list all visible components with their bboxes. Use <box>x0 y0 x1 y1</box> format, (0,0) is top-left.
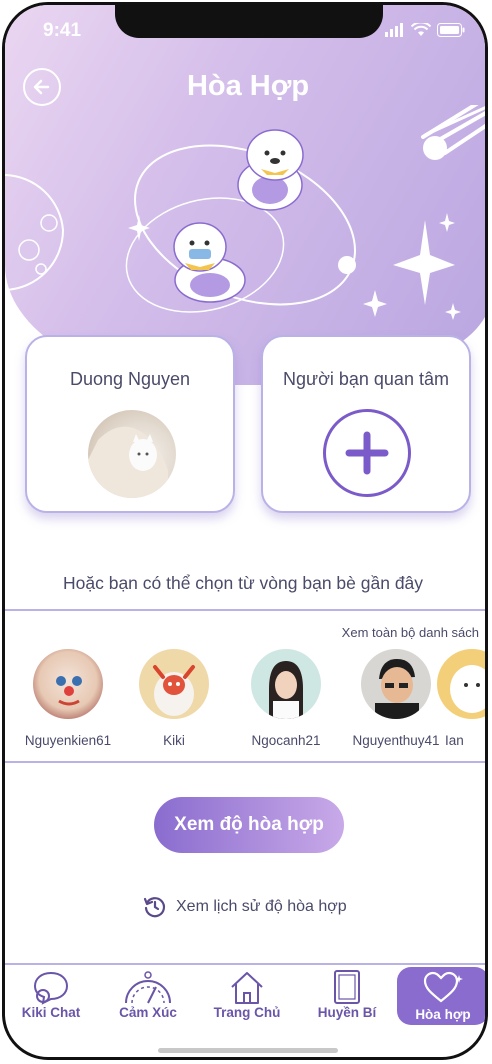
status-time: 9:41 <box>43 20 82 41</box>
view-all-link[interactable]: Xem toàn bộ danh sách <box>342 625 479 640</box>
chat-icon <box>33 971 69 1005</box>
page-title: Hòa Hợp <box>186 70 310 102</box>
friend-name: Nguyenthuy41 <box>352 733 440 748</box>
home-icon <box>231 972 263 1004</box>
friend-item[interactable]: Nguyenkien61 <box>13 649 123 748</box>
user-name: Duong Nguyen <box>69 369 191 389</box>
friend-avatar <box>251 649 321 719</box>
friend-name: Ngocanh21 <box>251 733 321 748</box>
friends-list: Xem toàn bộ danh sách Nguyenkien61 Kiki … <box>5 609 485 763</box>
friend-item[interactable]: Ngocanh21 <box>231 649 341 748</box>
view-compatibility-button[interactable]: Xem độ hòa hợp <box>154 797 344 853</box>
friend-avatar <box>139 649 209 719</box>
tab-bar: Kiki Chat Cảm Xúc Trang Chủ Huyền Bí Hòa… <box>5 963 485 1027</box>
history-link[interactable]: Xem lịch sử độ hòa hợp <box>143 895 347 919</box>
tab-label: Trang Chủ <box>213 1005 281 1020</box>
tab-trang-chu[interactable]: Trang Chủ <box>201 965 293 1027</box>
signal-icon <box>385 23 403 37</box>
friend-item[interactable]: Nguyenthuy41 <box>341 649 451 748</box>
tarot-card-icon <box>334 970 360 1004</box>
tab-hoa-hop[interactable]: Hòa hợp <box>397 967 485 1025</box>
wifi-icon <box>411 23 431 36</box>
phone-frame: 9:41 Hòa Hợp Duong Nguyen Người bạn quan… <box>2 2 488 1060</box>
friend-avatar <box>437 649 485 719</box>
mood-gauge-icon <box>125 971 171 1004</box>
friend-item[interactable]: Ian <box>437 649 485 748</box>
user-card[interactable]: Duong Nguyen <box>25 335 235 513</box>
friend-item[interactable]: Kiki <box>119 649 229 748</box>
history-label: Xem lịch sử độ hòa hợp <box>176 898 347 915</box>
home-indicator <box>158 1048 338 1053</box>
hero-illustration <box>5 105 485 320</box>
friend-avatar <box>361 649 431 719</box>
friends-heading: Hoặc bạn có thể chọn từ vòng bạn bè gần … <box>63 573 424 593</box>
battery-icon <box>437 23 465 37</box>
partner-card[interactable]: Người bạn quan tâm <box>261 335 471 513</box>
heart-icon <box>423 971 463 1003</box>
friend-name: Kiki <box>163 733 185 748</box>
tab-huyen-bi[interactable]: Huyền Bí <box>301 965 393 1027</box>
history-clock-icon <box>143 897 166 918</box>
friend-name: Nguyenkien61 <box>24 733 112 748</box>
tab-label: Huyền Bí <box>317 1005 377 1020</box>
user-avatar <box>88 410 176 498</box>
friend-name: Ian <box>445 733 464 748</box>
tab-label: Kiki Chat <box>21 1005 81 1020</box>
partner-label: Người bạn quan tâm <box>283 369 449 389</box>
tab-label: Hòa hợp <box>415 1007 471 1022</box>
plus-icon <box>345 431 389 475</box>
add-partner-button[interactable] <box>323 409 411 497</box>
status-icons <box>385 23 465 37</box>
friend-avatar <box>33 649 103 719</box>
tab-cam-xuc[interactable]: Cảm Xúc <box>102 965 194 1027</box>
tab-label: Cảm Xúc <box>119 1005 177 1020</box>
tab-kiki-chat[interactable]: Kiki Chat <box>5 965 97 1027</box>
notch <box>115 5 383 38</box>
